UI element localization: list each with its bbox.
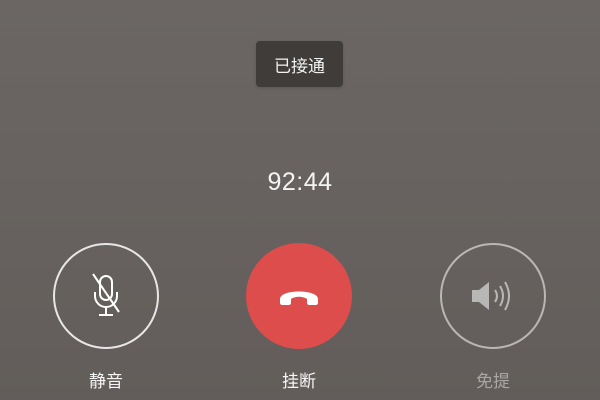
speaker-icon	[468, 276, 518, 316]
hangup-label: 挂断	[282, 372, 316, 392]
speaker-button[interactable]	[440, 243, 546, 349]
mute-button[interactable]	[53, 243, 159, 349]
hangup-button[interactable]	[246, 243, 352, 349]
speaker-label: 免提	[476, 372, 510, 392]
mute-label: 静音	[89, 372, 123, 392]
call-status-text: 已接通	[274, 56, 325, 77]
call-duration: 92:44	[267, 168, 333, 196]
call-status-toast: 已接通	[256, 41, 343, 87]
mic-off-icon	[88, 272, 124, 320]
phone-hangup-icon	[277, 284, 321, 308]
